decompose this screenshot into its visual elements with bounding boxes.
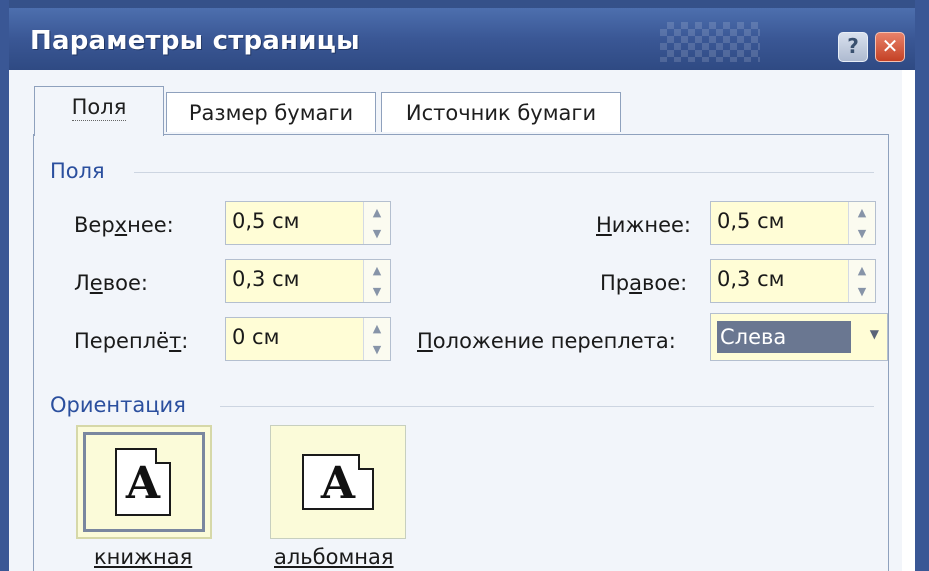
dialog-content: Поля Размер бумаги Источник бумаги Поля …	[9, 70, 902, 571]
margins-panel: Поля Верхнее: 0,5 см ▲ ▼ Нижнее: 0,5 см …	[33, 134, 889, 571]
right-margin-arrows: ▲ ▼	[848, 260, 875, 302]
gutter-position-label: Положение переплета:	[417, 329, 676, 353]
top-margin-label: Верхнее:	[74, 213, 174, 237]
close-icon: ✕	[881, 34, 899, 58]
tab-paper-size[interactable]: Размер бумаги	[166, 92, 376, 132]
title-bar[interactable]: Параметры страницы ? ✕	[0, 0, 929, 70]
tab-margins[interactable]: Поля	[34, 86, 164, 136]
gutter-position-dropdown[interactable]: Слева ▼	[710, 313, 888, 361]
spin-down-icon[interactable]: ▼	[849, 281, 875, 302]
bottom-margin-spinner[interactable]: 0,5 см ▲ ▼	[710, 201, 876, 245]
gutter-spinner[interactable]: 0 см ▲ ▼	[225, 317, 391, 361]
portrait-page-icon: A	[115, 448, 171, 516]
dialog-title: Параметры страницы	[30, 26, 360, 56]
spin-down-icon[interactable]: ▼	[849, 223, 875, 244]
left-margin-value: 0,3 см	[232, 267, 300, 291]
window-frame-right	[915, 0, 929, 571]
bottom-margin-label: Нижнее:	[596, 213, 692, 237]
tab-paper-source[interactable]: Источник бумаги	[381, 92, 621, 132]
spin-down-icon[interactable]: ▼	[364, 339, 390, 360]
top-margin-arrows: ▲ ▼	[363, 202, 390, 244]
portrait-selection-frame: A	[83, 432, 205, 532]
orientation-section-divider	[220, 406, 874, 407]
portrait-page-glyph: A	[125, 458, 161, 509]
title-bar-pattern	[660, 22, 760, 62]
margins-section-divider	[134, 172, 874, 173]
spin-up-icon[interactable]: ▲	[849, 260, 875, 281]
spin-down-icon[interactable]: ▼	[364, 223, 390, 244]
right-margin-value: 0,3 см	[717, 267, 785, 291]
left-margin-spinner[interactable]: 0,3 см ▲ ▼	[225, 259, 391, 303]
spin-up-icon[interactable]: ▲	[364, 318, 390, 339]
orientation-section-title: Ориентация	[50, 393, 186, 417]
page-fold-corner	[358, 454, 374, 470]
spin-up-icon[interactable]: ▲	[849, 202, 875, 223]
gutter-label: Переплёт:	[74, 329, 189, 353]
bottom-margin-arrows: ▲ ▼	[848, 202, 875, 244]
portrait-button[interactable]: A	[76, 425, 212, 539]
left-margin-label: Левое:	[74, 271, 148, 295]
top-margin-spinner[interactable]: 0,5 см ▲ ▼	[225, 201, 391, 245]
margins-section-title: Поля	[50, 159, 105, 183]
landscape-page-glyph: A	[320, 458, 356, 509]
portrait-label[interactable]: книжная	[94, 545, 192, 569]
page-fold-corner	[155, 448, 171, 464]
landscape-page-icon: A	[302, 454, 374, 510]
right-margin-label: Правое:	[600, 271, 688, 295]
help-button[interactable]: ?	[838, 32, 868, 62]
gutter-position-value: Слева	[717, 321, 851, 353]
gutter-arrows: ▲ ▼	[363, 318, 390, 360]
top-margin-value: 0,5 см	[232, 209, 300, 233]
right-margin-spinner[interactable]: 0,3 см ▲ ▼	[710, 259, 876, 303]
spin-up-icon[interactable]: ▲	[364, 202, 390, 223]
gutter-value: 0 см	[232, 325, 280, 349]
close-button[interactable]: ✕	[875, 32, 905, 62]
landscape-label[interactable]: альбомная	[274, 545, 394, 569]
window-frame-left	[0, 0, 9, 571]
bottom-margin-value: 0,5 см	[717, 209, 785, 233]
chevron-down-icon[interactable]: ▼	[870, 327, 879, 341]
spin-up-icon[interactable]: ▲	[364, 260, 390, 281]
tab-margins-label: Поля	[71, 95, 127, 121]
page-setup-dialog: Параметры страницы ? ✕ Поля Размер бумаг…	[0, 0, 929, 571]
landscape-button[interactable]: A	[270, 425, 406, 539]
spin-down-icon[interactable]: ▼	[364, 281, 390, 302]
left-margin-arrows: ▲ ▼	[363, 260, 390, 302]
